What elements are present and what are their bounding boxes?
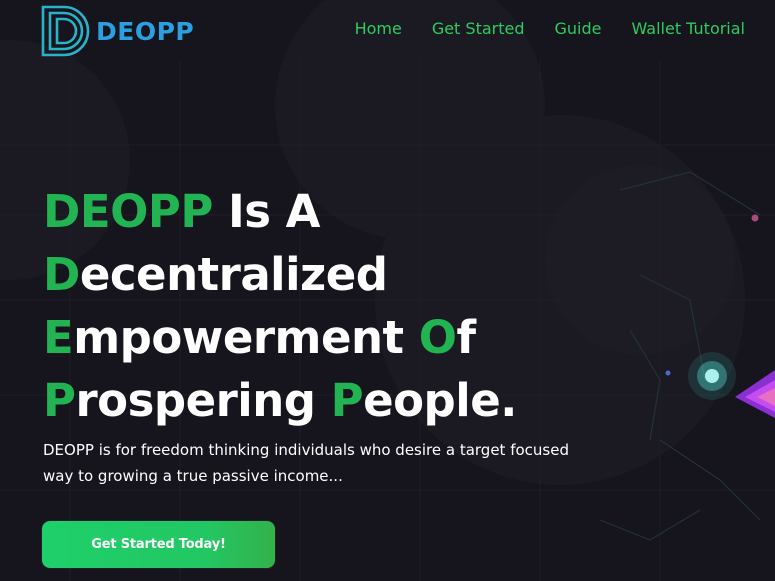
hero-headline: DEOPP Is A Decentralized Empowerment Of …: [43, 180, 603, 432]
hero-initial: D: [43, 248, 80, 301]
deopp-logo-icon: [41, 5, 90, 57]
hero-line-2: Decentralized: [43, 243, 603, 306]
hero-description: DEOPP is for freedom thinking individual…: [43, 441, 569, 485]
hero-text: f: [456, 311, 476, 364]
nav-wallet-tutorial[interactable]: Wallet Tutorial: [631, 19, 745, 38]
hero-brand-word: DEOPP: [43, 185, 213, 238]
hero-text: rospering: [75, 374, 331, 427]
hero-initial: O: [418, 311, 457, 364]
hero-initial: E: [43, 311, 74, 364]
brand-logo[interactable]: DEOPP: [40, 4, 194, 58]
get-started-today-button[interactable]: Get Started Today!: [42, 521, 275, 568]
hero-text: eople.: [363, 374, 517, 427]
hero-text: ecentralized: [79, 248, 388, 301]
hero-text: mpowerment: [73, 311, 419, 364]
hero-line-4: Prospering People.: [43, 369, 603, 432]
hero-initial: P: [43, 374, 76, 427]
main-nav: Home Get Started Guide Wallet Tutorial: [355, 19, 745, 38]
hero-line-3: Empowerment Of: [43, 306, 603, 369]
nav-guide[interactable]: Guide: [555, 19, 602, 38]
brand-name: DEOPP: [96, 16, 195, 46]
nav-get-started[interactable]: Get Started: [432, 19, 525, 38]
hero-initial: P: [330, 374, 364, 427]
nav-home[interactable]: Home: [355, 19, 402, 38]
hero-line-1: DEOPP Is A: [43, 180, 603, 243]
hero-text: Is A: [212, 185, 321, 238]
